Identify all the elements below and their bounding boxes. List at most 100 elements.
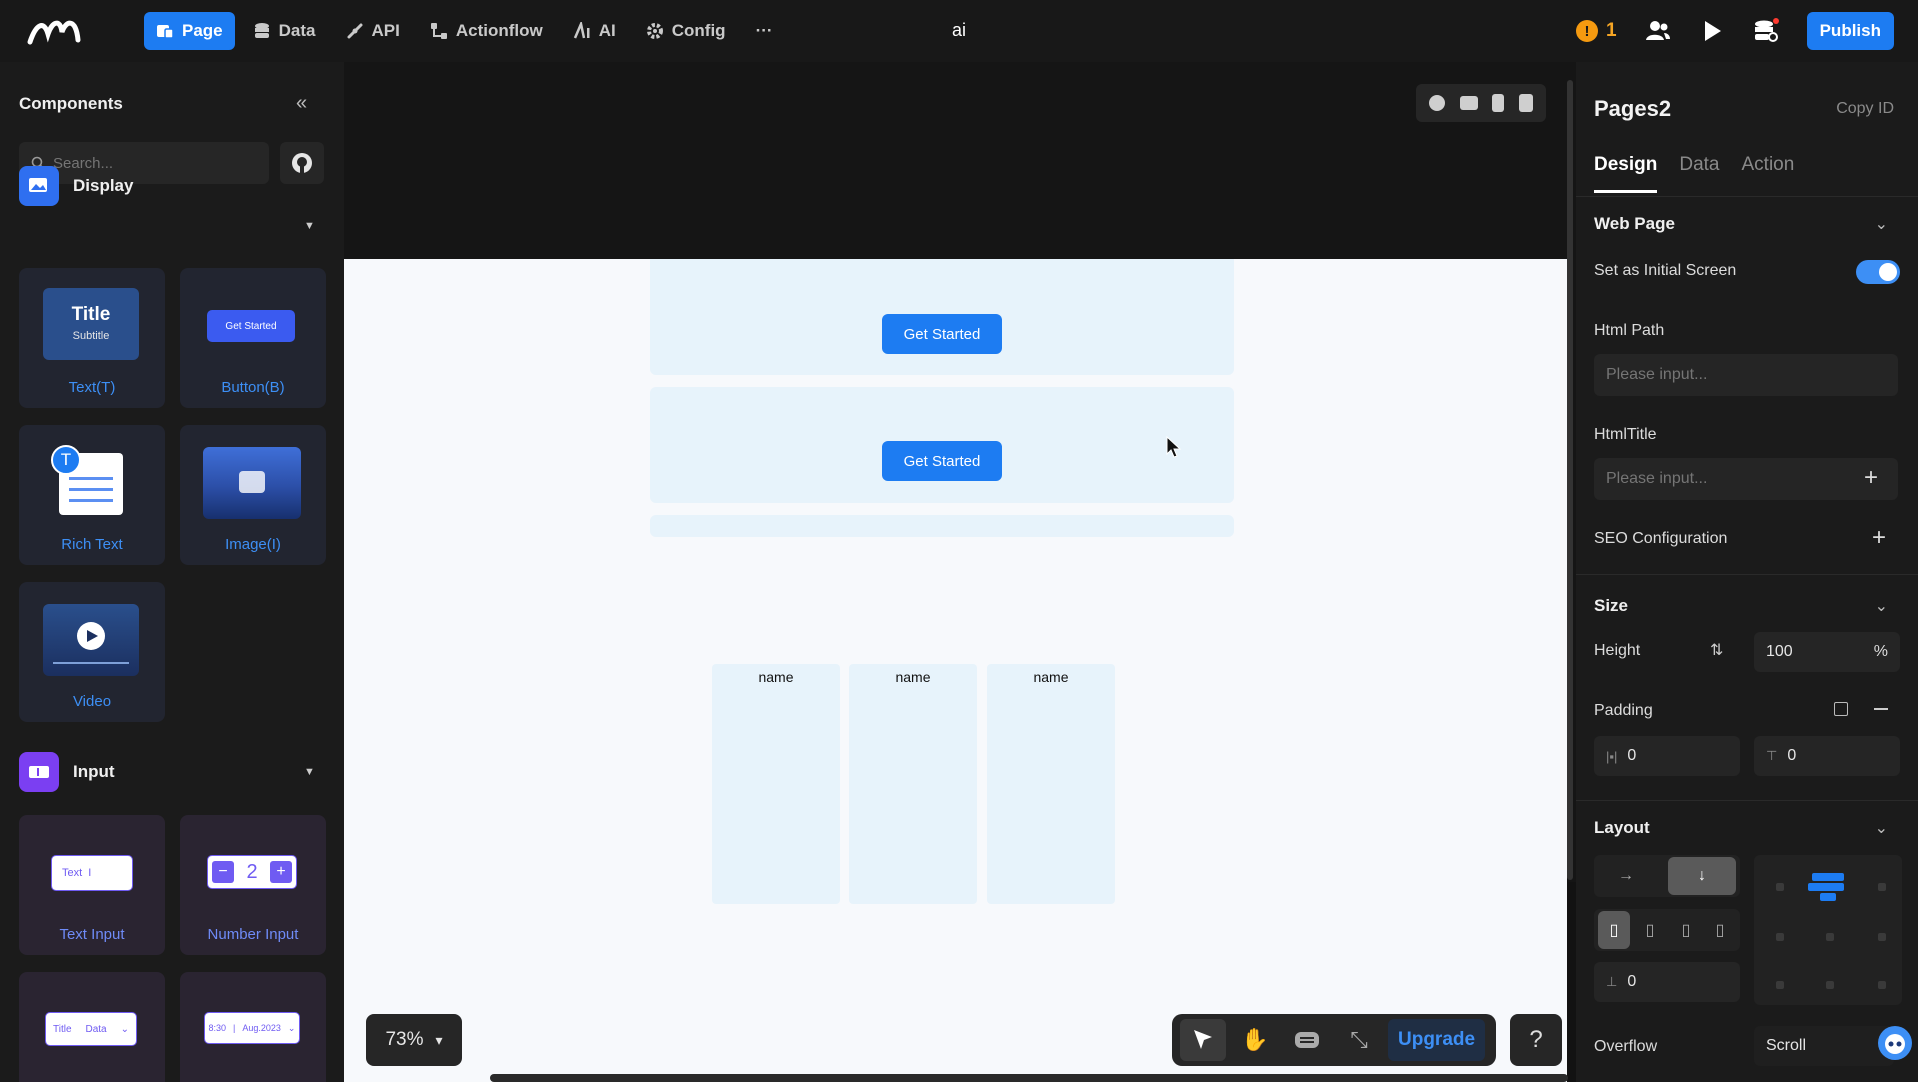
display-caret-icon[interactable]: ▼ (304, 220, 315, 232)
list-column[interactable]: name (849, 664, 977, 904)
mobile-icon[interactable] (1518, 94, 1533, 112)
distribute-start-icon[interactable]: ▯ (1598, 911, 1630, 949)
html-title-input[interactable] (1606, 470, 1846, 488)
more-icon: ··· (755, 21, 773, 40)
direction-column-icon[interactable]: ↓ (1668, 857, 1736, 895)
component-number-input[interactable]: − 2 + Number Input (180, 815, 326, 955)
collaborators-icon[interactable] (1645, 18, 1671, 44)
initial-screen-toggle[interactable] (1856, 260, 1900, 284)
copy-id-button[interactable]: Copy ID (1836, 100, 1894, 118)
height-value: 100 (1766, 643, 1793, 660)
padding-mode-icon[interactable] (1834, 702, 1848, 716)
more-menu-button[interactable]: ··· (744, 12, 785, 50)
chevron-down-icon: ▾ (435, 1031, 443, 1048)
select-tool-icon[interactable] (1180, 1019, 1226, 1061)
hero-block-3[interactable] (650, 515, 1234, 537)
component-date-picker[interactable]: 8:30 | Aug.2023 ⌄ (180, 972, 326, 1082)
comment-tool-icon[interactable] (1284, 1019, 1330, 1061)
vertical-padding-icon: ⊤ (1766, 748, 1778, 763)
assistant-bot-icon[interactable] (1878, 1026, 1912, 1060)
distribute-between-icon[interactable]: ▯ (1670, 911, 1702, 949)
deploy-status-icon[interactable] (1753, 18, 1779, 44)
height-unit[interactable]: % (1874, 643, 1888, 661)
html-title-field[interactable] (1594, 458, 1898, 500)
component-rich-text[interactable]: T Rich Text (19, 425, 165, 565)
desktop-icon[interactable] (1459, 96, 1478, 110)
distribute-center-icon[interactable]: ▯ (1634, 911, 1666, 949)
design-canvas[interactable]: Get Started Get Started name name name 7… (344, 62, 1576, 1082)
height-field[interactable]: 100 % (1754, 632, 1900, 672)
number-input-preview-value: 2 (246, 860, 258, 883)
padding-vertical-field[interactable]: ⊤ 0 (1754, 736, 1900, 776)
component-video[interactable]: Video (19, 582, 165, 722)
list-column[interactable]: name (712, 664, 840, 904)
component-select[interactable]: Title Data ⌄ (19, 972, 165, 1082)
preview-play-icon[interactable] (1699, 18, 1725, 44)
select-preview-value: Data (85, 1023, 107, 1035)
nav-page[interactable]: Page (144, 12, 235, 50)
distribute-around-icon[interactable]: ▯ (1704, 911, 1736, 949)
collapse-panel-icon[interactable]: « (296, 92, 307, 115)
project-name: ai (952, 20, 967, 40)
warning-indicator[interactable]: ! 1 (1576, 20, 1617, 42)
component-image[interactable]: Image(I) (180, 425, 326, 565)
horizontal-scrollbar[interactable] (490, 1074, 1568, 1082)
list-column[interactable]: name (987, 664, 1115, 904)
chevron-down-icon[interactable]: ⌄ (1875, 818, 1888, 838)
component-image-label: Image(I) (225, 536, 281, 553)
web-page-section[interactable]: Web Page (1594, 214, 1675, 234)
tab-data[interactable]: Data (1679, 154, 1719, 193)
github-icon (292, 153, 312, 173)
gap-field[interactable]: ⊥ 0 (1594, 962, 1740, 1002)
main-nav: Page Data API Actionflow AI Config ··· (144, 12, 785, 50)
hero-block-2[interactable]: Get Started (650, 387, 1234, 503)
page-frame[interactable]: Get Started Get Started name name name (344, 259, 1567, 1082)
alignment-grid[interactable] (1754, 855, 1902, 1005)
nav-ai[interactable]: AI (561, 12, 628, 50)
hand-tool-icon[interactable]: ✋ (1232, 1019, 1278, 1061)
vertical-scrollbar[interactable] (1567, 80, 1573, 880)
image-preview (203, 447, 301, 519)
zoom-control[interactable]: 73% ▾ (366, 1014, 462, 1066)
html-path-input[interactable] (1606, 366, 1846, 384)
add-html-title-icon[interactable]: + (1864, 464, 1878, 492)
size-section[interactable]: Size (1594, 596, 1628, 616)
input-section-header[interactable]: Input (19, 752, 115, 792)
html-title-label: HtmlTitle (1594, 426, 1657, 443)
component-button[interactable]: Get Started Button(B) (180, 268, 326, 408)
app-logo-icon[interactable] (26, 14, 96, 48)
height-mode-icon[interactable]: ⇅ (1710, 640, 1723, 660)
input-caret-icon[interactable]: ▼ (304, 766, 315, 778)
publish-button[interactable]: Publish (1806, 12, 1894, 50)
overflow-select[interactable]: Scroll (1754, 1026, 1894, 1066)
chevron-down-icon[interactable]: ⌄ (1875, 596, 1888, 616)
component-text-label: Text(T) (68, 379, 116, 396)
upgrade-button[interactable]: Upgrade (1388, 1019, 1486, 1061)
tablet-icon[interactable] (1492, 94, 1505, 112)
nav-config[interactable]: Config (634, 12, 738, 50)
help-button[interactable]: ? (1510, 1014, 1562, 1066)
alignment-selected[interactable] (1812, 873, 1844, 881)
add-seo-icon[interactable]: + (1872, 524, 1886, 552)
component-text[interactable]: Title Subtitle Text(T) (19, 268, 165, 408)
hero-block-1[interactable]: Get Started (650, 259, 1234, 375)
padding-collapse-icon[interactable] (1874, 708, 1888, 710)
get-started-button-1[interactable]: Get Started (882, 314, 1002, 354)
fullscreen-icon[interactable]: ⤡ (1336, 1019, 1382, 1061)
padding-horizontal-field[interactable]: |▪| 0 (1594, 736, 1740, 776)
direction-row-icon[interactable]: → (1600, 857, 1652, 895)
chevron-down-icon[interactable]: ⌄ (1875, 214, 1888, 234)
tab-action[interactable]: Action (1742, 154, 1795, 193)
all-devices-icon[interactable] (1429, 95, 1446, 111)
github-button[interactable] (280, 142, 324, 184)
nav-data[interactable]: Data (241, 12, 328, 50)
get-started-button-2[interactable]: Get Started (882, 441, 1002, 481)
gear-icon (646, 23, 663, 39)
display-section-header[interactable]: Display (19, 166, 133, 206)
html-path-field[interactable] (1594, 354, 1898, 396)
component-text-input[interactable]: Text I Text Input (19, 815, 165, 955)
nav-api[interactable]: API (334, 12, 412, 50)
nav-actionflow[interactable]: Actionflow (418, 12, 555, 50)
layout-section[interactable]: Layout (1594, 818, 1650, 838)
tab-design[interactable]: Design (1594, 154, 1658, 193)
